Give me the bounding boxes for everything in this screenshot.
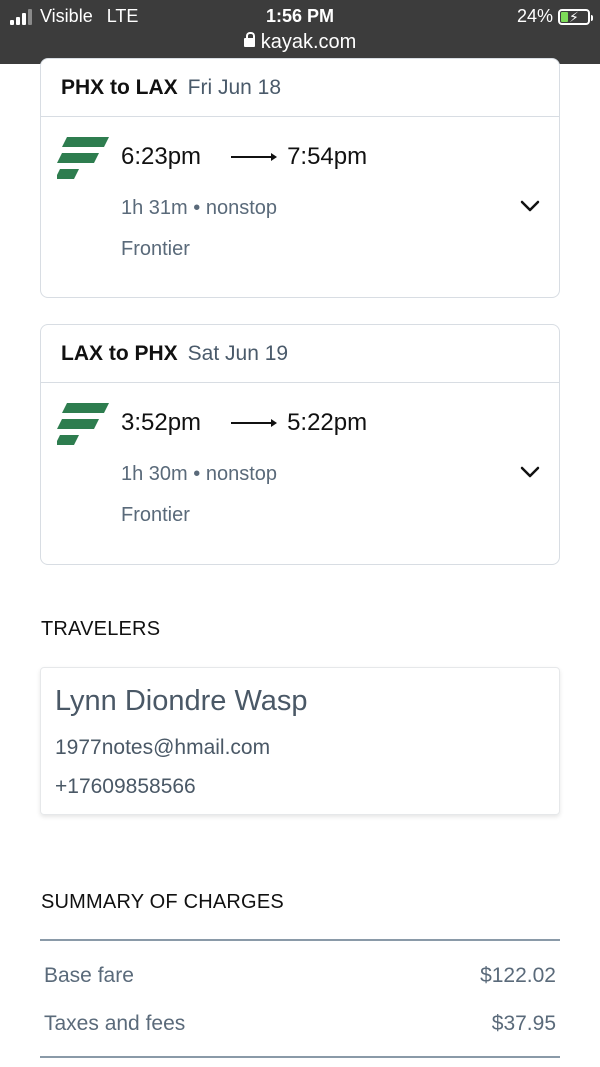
charge-label: Base fare (44, 964, 134, 987)
status-right: 24% ⚡ (516, 6, 593, 27)
frontier-logo-icon (57, 137, 109, 179)
flight-card-body: 6:23pm 7:54pm 1h 31m • nonstop Frontier (41, 117, 559, 297)
flight-card-header: PHX to LAX Fri Jun 18 (41, 59, 559, 117)
frontier-logo-icon (57, 403, 109, 445)
route-label: LAX to PHX (61, 341, 178, 365)
chevron-down-icon[interactable] (519, 195, 541, 217)
charge-row-base-fare: Base fare $122.02 (44, 964, 556, 988)
charge-value: $122.02 (480, 964, 556, 987)
flight-times: 3:52pm 5:22pm (121, 409, 367, 437)
battery-percent: 24% (516, 6, 553, 26)
flight-card-return: LAX to PHX Sat Jun 19 3:52pm 5:22pm 1h 3… (40, 324, 560, 565)
flight-date: Sat Jun 19 (187, 341, 289, 365)
flight-duration-stops: 1h 30m • nonstop (121, 463, 277, 485)
chevron-down-icon[interactable] (519, 461, 541, 483)
arrow-right-icon (231, 419, 278, 427)
arrow-right-icon (231, 153, 278, 161)
travelers-heading: TRAVELERS (41, 618, 161, 640)
battery-icon: ⚡ (558, 8, 593, 25)
flight-date: Fri Jun 18 (187, 75, 282, 99)
flight-card-outbound: PHX to LAX Fri Jun 18 6:23pm 7:54pm 1h 3… (40, 58, 560, 298)
route-label: PHX to LAX (61, 75, 178, 99)
flight-card-body: 3:52pm 5:22pm 1h 30m • nonstop Frontier (41, 383, 559, 563)
url-text: kayak.com (260, 31, 357, 53)
charge-label: Taxes and fees (44, 1012, 186, 1035)
traveler-name: Lynn Diondre Wasp (55, 685, 308, 717)
status-bar: Visible LTE 1:56 PM kayak.com 24% ⚡ (0, 0, 600, 64)
charges-heading: SUMMARY OF CHARGES (41, 891, 284, 913)
lock-icon (243, 32, 255, 47)
flight-times: 6:23pm 7:54pm (121, 143, 367, 171)
arrive-time: 7:54pm (287, 143, 368, 170)
traveler-phone: +17609858566 (55, 775, 196, 798)
charges-divider-bottom (40, 1056, 560, 1058)
arrive-time: 5:22pm (287, 409, 368, 436)
flight-card-header: LAX to PHX Sat Jun 19 (41, 325, 559, 383)
charge-row-taxes: Taxes and fees $37.95 (44, 1012, 556, 1036)
traveler-card[interactable]: Lynn Diondre Wasp 1977notes@hmail.com +1… (40, 667, 560, 815)
airline-name: Frontier (121, 238, 190, 260)
charges-divider-top (40, 939, 560, 941)
url-bar[interactable]: kayak.com (0, 31, 600, 54)
status-time: 1:56 PM (265, 6, 335, 26)
charge-value: $37.95 (491, 1012, 556, 1035)
depart-time: 3:52pm (121, 409, 202, 436)
airline-name: Frontier (121, 504, 190, 526)
depart-time: 6:23pm (121, 143, 202, 170)
traveler-email: 1977notes@hmail.com (55, 736, 271, 759)
flight-duration-stops: 1h 31m • nonstop (121, 197, 277, 219)
